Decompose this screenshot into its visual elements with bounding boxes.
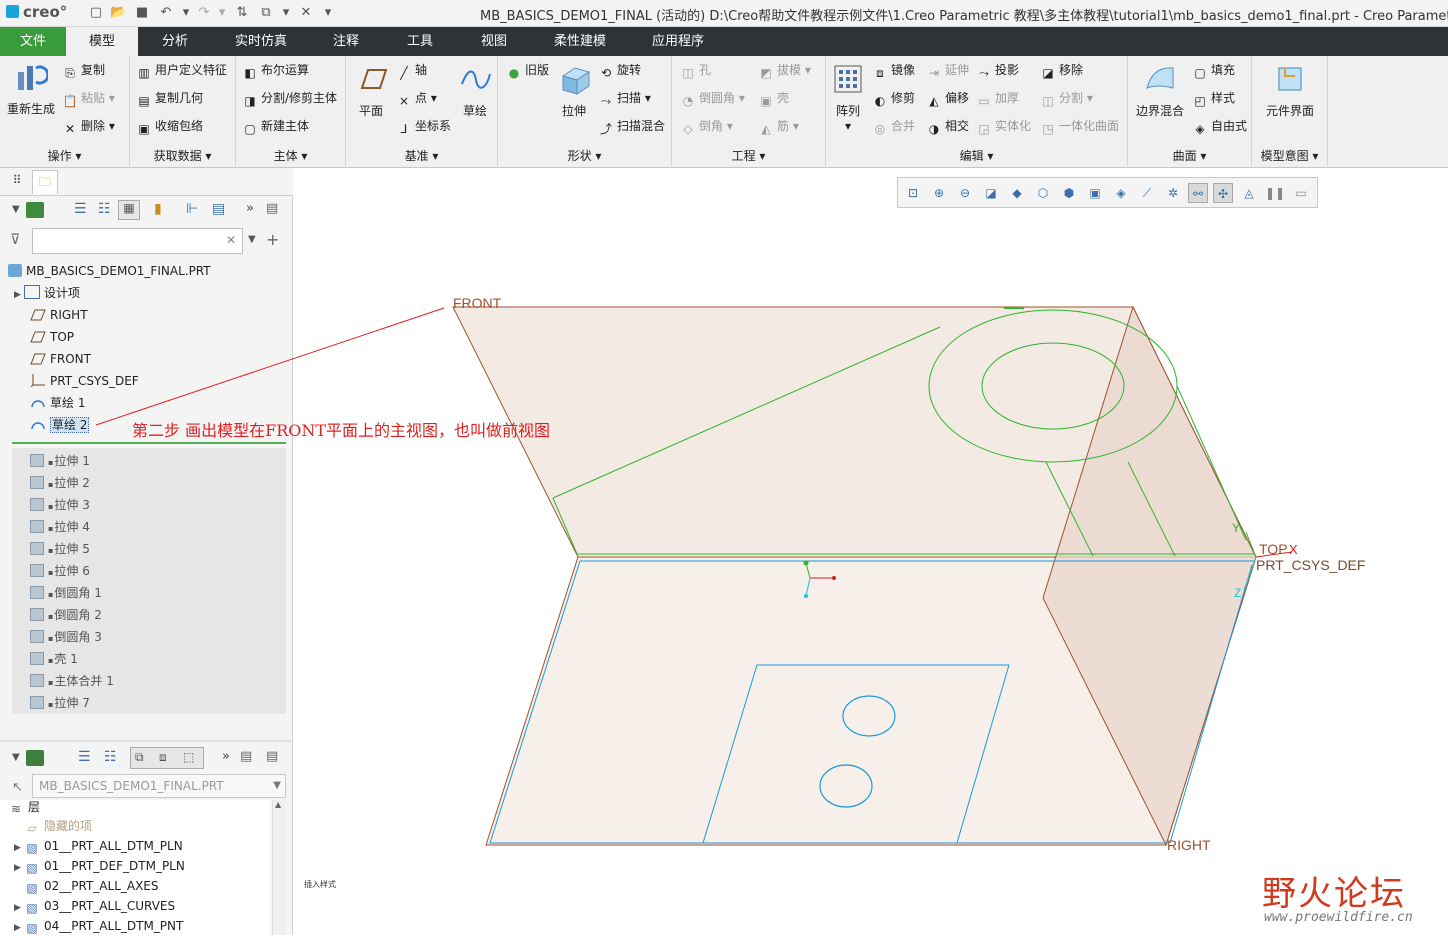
zoom-in-icon[interactable]: ⊕	[929, 183, 949, 203]
triad-point	[803, 560, 809, 566]
csys-y-label: Y	[1232, 521, 1240, 535]
zoom-out-icon[interactable]: ⊖	[955, 183, 975, 203]
right-plane-label: RIGHT	[1167, 837, 1211, 853]
perspective-icon[interactable]: ◆	[1007, 183, 1027, 203]
graphics-toolbar: ⊡ ⊕ ⊖ ◪ ◆ ⬡ ⬢ ▣ ◈ ⟋ ✲ ⚯ ✣ ◬ ❚❚ ▭	[897, 177, 1318, 208]
model-viewport[interactable]: FRONT TOP X PRT_CSYS_DEF RIGHT Y Z 第二步 画…	[0, 0, 1448, 935]
annotation-leader	[95, 307, 445, 426]
point-display-icon[interactable]: ✲	[1163, 183, 1183, 203]
top-plane-label: TOP	[1259, 541, 1288, 557]
csys-z-label: Z	[1234, 586, 1241, 600]
display-style-icon[interactable]: ⬡	[1033, 183, 1053, 203]
watermark-url: www.proewildfire.cn	[1264, 910, 1413, 925]
spin-center-icon[interactable]: ✣	[1213, 183, 1233, 203]
status-text: 插入样式	[304, 879, 336, 889]
pause-icon[interactable]: ❚❚	[1265, 183, 1285, 203]
annotation-text: 第二步 画出模型在FRONT平面上的主视图，也叫做前视图	[132, 421, 550, 440]
csys-display-icon[interactable]: ⚯	[1188, 183, 1208, 203]
csys-label: PRT_CSYS_DEF	[1256, 557, 1365, 573]
refit-icon[interactable]: ⊡	[903, 183, 923, 203]
watermark: 野火论坛 www.proewildfire.cn	[1262, 858, 1442, 928]
front-plane-label: FRONT	[453, 295, 502, 311]
triad-point	[804, 594, 808, 598]
csys-x-label: X	[1289, 542, 1298, 557]
view-manager-icon[interactable]: ▣	[1085, 183, 1105, 203]
end-animation-icon[interactable]: ▭	[1291, 183, 1311, 203]
plane-display-icon[interactable]: ◈	[1111, 183, 1131, 203]
watermark-logo: 野火论坛	[1262, 874, 1406, 914]
annotation-display-icon[interactable]: ◬	[1239, 183, 1259, 203]
axis-display-icon[interactable]: ⟋	[1137, 183, 1157, 203]
repaint-icon[interactable]: ◪	[981, 183, 1001, 203]
saved-orientations-icon[interactable]: ⬢	[1059, 183, 1079, 203]
triad-point	[832, 576, 836, 580]
